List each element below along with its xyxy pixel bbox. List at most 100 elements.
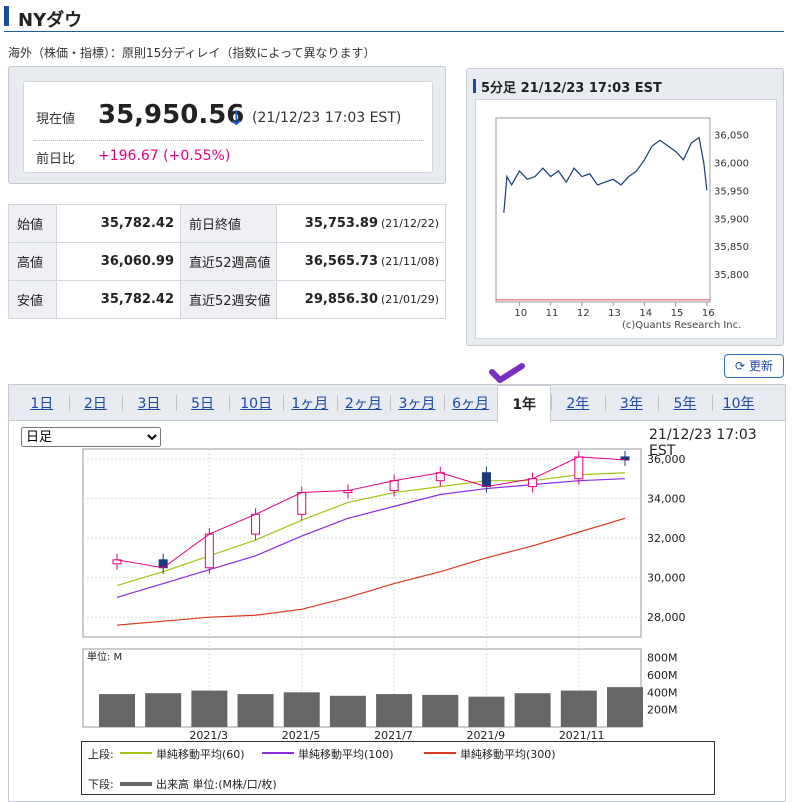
y-tick-label: 34,000 [647, 492, 686, 505]
candle-body [528, 478, 538, 488]
y-tick-label: 35,800 [714, 270, 749, 281]
plot-frame [495, 117, 711, 303]
refresh-button[interactable]: ⟳ 更新 [724, 354, 784, 378]
price-line [503, 136, 708, 213]
volume-bar [514, 693, 551, 727]
tab-separator [390, 395, 392, 411]
x-tick-label: 13 [608, 308, 621, 319]
tab-3[interactable]: 3日 [122, 393, 176, 415]
down-arrow-icon: ↓ [228, 106, 245, 130]
y-tick-label: 28,000 [647, 611, 686, 624]
x-tick-label: 2021/5 [282, 729, 321, 741]
tab-2[interactable]: 2日 [69, 393, 123, 415]
legend-ma100: 単純移動平均(100) [298, 748, 394, 761]
volume-bar [191, 690, 228, 727]
change-value: +196.67 (+0.55%) [98, 148, 230, 164]
tab-8[interactable]: 3ヶ月 [390, 393, 444, 415]
high-value: 36,060.99 [56, 242, 181, 281]
legend-ma300: 単純移動平均(300) [460, 748, 556, 761]
volume-tick-label: 400M [647, 686, 678, 699]
open-value: 35,782.42 [56, 204, 181, 243]
delay-note: 海外（株価・指標）：原則15分ディレイ（指数によって異なります） [8, 46, 376, 60]
y-tick-label: 36,000 [647, 453, 686, 466]
tab-14[interactable]: 10年 [712, 393, 766, 415]
history-chart-panel: 1日 2日 3日 5日 10日 1ヶ月 2ヶ月 3ヶ月 6ヶ月 1年 2年 3年 5年 10年 日足 21… [8, 384, 786, 802]
prev-close-cell: 35,753.89 (21/12/22) [276, 204, 446, 243]
candle-body [297, 492, 307, 515]
volume-bar [560, 690, 597, 727]
title-accent [4, 6, 9, 26]
high52-value: 36,565.73 [304, 254, 378, 269]
tab-separator [443, 395, 445, 411]
table-row: 安値 35,782.42 直近52週安値 29,856.30 (21/01/29) [8, 280, 446, 319]
tab-7[interactable]: 2ヶ月 [337, 393, 391, 415]
tab-separator [711, 395, 713, 411]
volume-bar [607, 687, 643, 727]
high52-cell: 36,565.73 (21/11/08) [276, 242, 446, 281]
low52-value: 29,856.30 [304, 292, 378, 307]
legend-volume: 出来高 単位:(M株/口/枚) [156, 778, 277, 791]
y-tick-label: 35,850 [714, 242, 749, 253]
table-row: 始値 35,782.42 前日終値 35,753.89 (21/12/22) [8, 204, 446, 243]
tab-10[interactable]: 1年 [497, 385, 551, 422]
tab-separator [336, 395, 338, 411]
volume-bar [237, 694, 274, 727]
tab-13[interactable]: 5年 [658, 393, 712, 415]
candle-body [389, 480, 399, 492]
open-label: 始値 [8, 204, 57, 243]
tab-1[interactable]: 1日 [15, 393, 69, 415]
volume-bar [283, 692, 320, 727]
volume-bar [422, 694, 459, 727]
change-amount: +196.67 [98, 148, 159, 164]
chart-legend: 上段: 単純移動平均(60) 単純移動平均(100) 単純移動平均(300) 下… [81, 741, 715, 795]
y-tick-label: 35,950 [714, 186, 749, 197]
prev-close-label: 前日終値 [180, 204, 277, 243]
history-chart: 36,000 34,000 32,000 30,000 28,000 800M 600M 40… [82, 448, 686, 741]
check-mark-annotation [489, 363, 525, 383]
low-label: 安値 [8, 280, 57, 319]
candle-body [251, 513, 261, 535]
price-card: 現在値 35,950.56 ↓ (21/12/23 17:03 EST) 前日比… [23, 81, 433, 173]
ma300-swatch [424, 752, 456, 754]
tab-5[interactable]: 10日 [229, 393, 283, 415]
legend-lower-label: 下段: [88, 778, 114, 791]
period-select[interactable]: 日足 [21, 427, 161, 447]
tab-6[interactable]: 1ヶ月 [283, 393, 337, 415]
candle-body [204, 533, 214, 569]
table-row: 高値 36,060.99 直近52週高値 36,565.73 (21/11/08) [8, 242, 446, 281]
volume-bar [376, 694, 413, 727]
volume-unit: 単位: M [87, 650, 122, 663]
tab-11[interactable]: 2年 [551, 393, 605, 415]
x-tick-label: 14 [639, 308, 652, 319]
tab-9[interactable]: 6ヶ月 [444, 393, 498, 415]
current-price-label: 現在値 [36, 112, 76, 127]
volume-bar [145, 693, 182, 727]
tab-12[interactable]: 3年 [605, 393, 659, 415]
tab-separator [658, 395, 660, 411]
candle-body [574, 456, 584, 480]
header-accent [473, 79, 476, 93]
tab-separator [229, 395, 231, 411]
volume-bar [468, 696, 505, 727]
tab-4[interactable]: 5日 [176, 393, 230, 415]
ma100-swatch [262, 752, 294, 754]
ohlc-table: 始値 35,782.42 前日終値 35,753.89 (21/12/22) 高値… [8, 204, 446, 319]
change-percent: (+0.55%) [163, 148, 231, 164]
volume-tick-label: 200M [647, 704, 678, 717]
refresh-icon: ⟳ [735, 359, 746, 373]
tab-separator [551, 395, 552, 411]
high52-date: (21/11/08) [381, 255, 439, 268]
period-tabs: 1日 2日 3日 5日 10日 1ヶ月 2ヶ月 3ヶ月 6ヶ月 1年 2年 3年 5年 10年 [9, 385, 785, 422]
chart-credit: (c)Quants Research Inc. [622, 320, 741, 331]
ma-line-1 [116, 472, 626, 587]
volume-bar [99, 694, 135, 727]
y-tick-label: 35,900 [714, 214, 749, 225]
refresh-label: 更新 [748, 359, 773, 373]
current-price: 35,950.56 [98, 100, 245, 130]
low52-date: (21/01/29) [381, 293, 439, 306]
low52-label: 直近52週安値 [180, 280, 277, 319]
y-tick-label: 32,000 [647, 532, 686, 545]
volume-bar [329, 695, 366, 727]
volume-tick-label: 800M [647, 652, 678, 665]
high-label: 高値 [8, 242, 57, 281]
